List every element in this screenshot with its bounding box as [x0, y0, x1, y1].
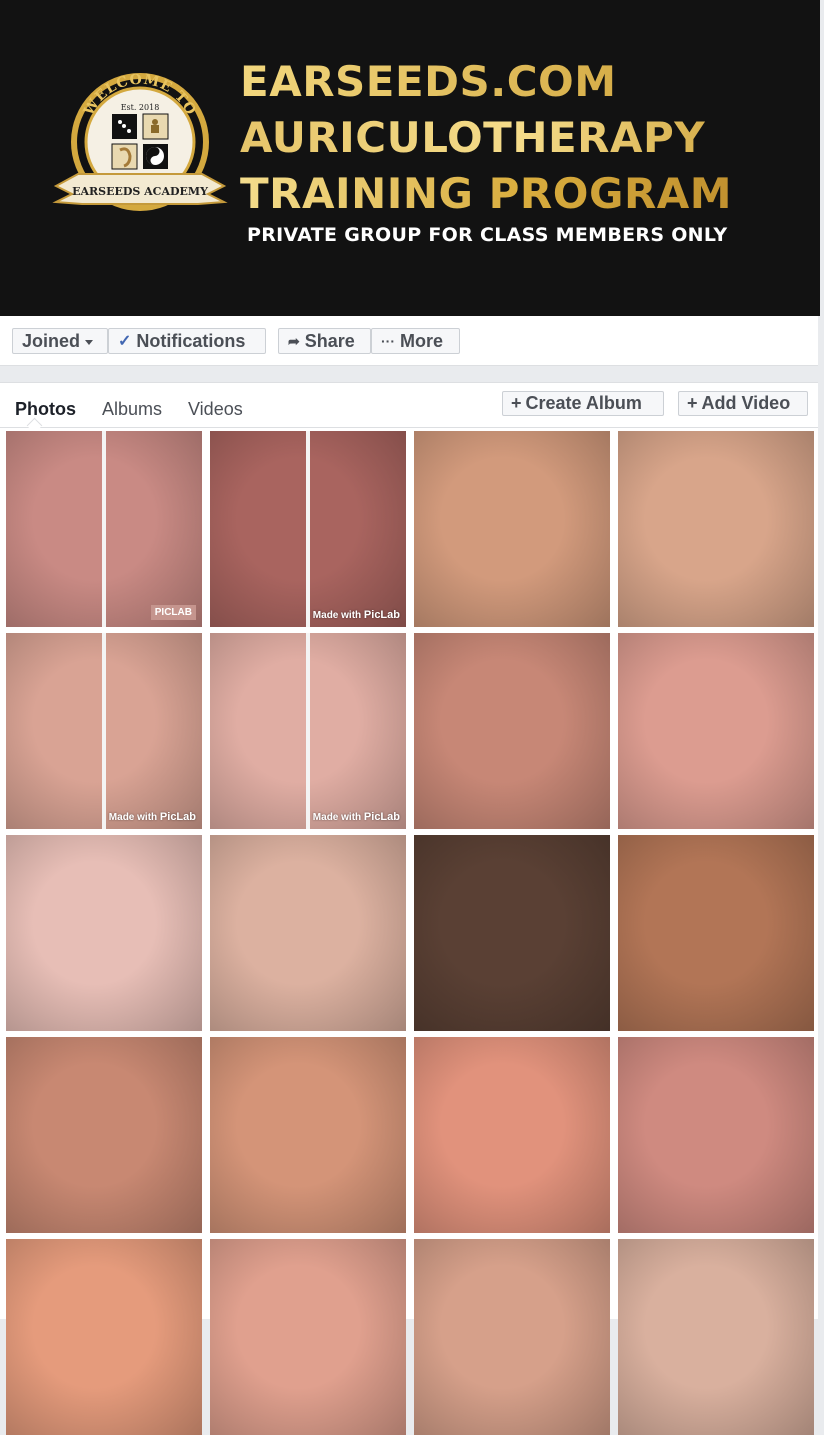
ear-photo-image: [6, 1239, 202, 1435]
ear-photo-image: [414, 835, 610, 1031]
ellipsis-icon: ···: [381, 333, 395, 349]
banner-subtitle: PRIVATE GROUP FOR CLASS MEMBERS ONLY: [247, 224, 728, 246]
photo-thumbnail[interactable]: [414, 835, 610, 1031]
piclab-watermark: Made with PicLab: [312, 811, 400, 823]
ear-photo-image: [6, 1037, 202, 1233]
ear-photo-image: [414, 633, 610, 829]
photo-thumbnail[interactable]: [210, 1239, 406, 1435]
ear-photo-image: [618, 431, 814, 627]
tab-albums[interactable]: Albums: [102, 399, 162, 420]
ear-photo-image: [618, 1239, 814, 1435]
before-after-divider: [306, 633, 310, 829]
add-video-label: Add Video: [701, 393, 791, 413]
banner-title-line-3: TRAINING PROGRAM: [240, 166, 800, 222]
checkmark-icon: ✓: [118, 333, 132, 350]
notifications-label: Notifications: [136, 330, 246, 351]
plus-icon: +: [687, 393, 698, 413]
ear-photo-image: [618, 1037, 814, 1233]
before-after-divider: [102, 431, 106, 627]
photo-thumbnail[interactable]: Made with PicLab: [6, 633, 202, 829]
ear-photo-image: [210, 1239, 406, 1435]
photo-thumbnail[interactable]: [210, 1037, 406, 1233]
photo-thumbnail[interactable]: [414, 1037, 610, 1233]
before-after-divider: [102, 633, 106, 829]
media-tabs: Photos Albums Videos + Create Album + Ad…: [0, 383, 818, 434]
svg-text:Est. 2018: Est. 2018: [121, 103, 160, 112]
more-button[interactable]: ··· More: [371, 328, 460, 354]
photo-thumbnail[interactable]: [618, 633, 814, 829]
ear-photo-image: [6, 835, 202, 1031]
photo-thumbnail[interactable]: [618, 1037, 814, 1233]
create-album-button[interactable]: + Create Album: [502, 391, 664, 416]
svg-text:EARSEEDS ACADEMY: EARSEEDS ACADEMY: [72, 185, 208, 198]
piclab-watermark: Made with PicLab: [312, 609, 400, 621]
joined-label: Joined: [22, 330, 81, 351]
piclab-watermark: PICLAB: [150, 605, 196, 620]
before-after-divider: [306, 431, 310, 627]
ear-photo-image: [210, 1037, 406, 1233]
banner-title-block: EARSEEDS.COM AURICULOTHERAPY TRAINING PR…: [240, 54, 800, 246]
notifications-button[interactable]: ✓ Notifications: [108, 328, 266, 354]
earseeds-academy-badge-logo: WELCOME TO Est. 2018 EARSEEDS ACADEMY: [52, 72, 228, 211]
more-label: More: [400, 330, 444, 351]
photo-thumbnail[interactable]: [414, 633, 610, 829]
ear-photo-image: [618, 835, 814, 1031]
chevron-down-icon: [85, 339, 94, 345]
ear-photo-image: [618, 633, 814, 829]
piclab-watermark: Made with PicLab: [108, 811, 196, 823]
banner-title-line-1: EARSEEDS.COM: [240, 54, 800, 110]
group-action-bar: Joined ✓ Notifications ➦ Share ··· More: [0, 316, 818, 366]
photo-thumbnail[interactable]: Made with PicLab: [210, 431, 406, 627]
share-arrow-icon: ➦: [288, 332, 300, 349]
photo-thumbnail[interactable]: [618, 1239, 814, 1435]
create-album-label: Create Album: [525, 393, 642, 413]
photo-thumbnail[interactable]: PICLAB: [6, 431, 202, 627]
media-panel: Photos Albums Videos + Create Album + Ad…: [0, 382, 818, 1435]
group-cover-banner: WELCOME TO Est. 2018 EARSEEDS ACADEMY EA…: [0, 0, 820, 316]
ear-photo-image: [414, 1239, 610, 1435]
joined-button[interactable]: Joined: [12, 328, 108, 354]
ear-photo-image: [210, 835, 406, 1031]
photo-thumbnail[interactable]: [6, 835, 202, 1031]
photo-thumbnail[interactable]: [6, 1239, 202, 1435]
share-button[interactable]: ➦ Share: [278, 328, 371, 354]
ear-photo-image: [414, 1037, 610, 1233]
tab-photos[interactable]: Photos: [15, 399, 76, 420]
photo-thumbnail[interactable]: [210, 835, 406, 1031]
photo-thumbnail[interactable]: [6, 1037, 202, 1233]
plus-icon: +: [511, 393, 522, 413]
add-video-button[interactable]: + Add Video: [678, 391, 808, 416]
tab-videos[interactable]: Videos: [188, 399, 243, 420]
photo-thumbnail[interactable]: [618, 431, 814, 627]
photo-thumbnail[interactable]: [414, 1239, 610, 1435]
photo-thumbnail[interactable]: [414, 431, 610, 627]
share-label: Share: [304, 330, 355, 351]
photo-thumbnail[interactable]: [618, 835, 814, 1031]
photo-thumbnail[interactable]: Made with PicLab: [210, 633, 406, 829]
ear-photo-image: [414, 431, 610, 627]
banner-title-line-2: AURICULOTHERAPY: [240, 110, 800, 166]
